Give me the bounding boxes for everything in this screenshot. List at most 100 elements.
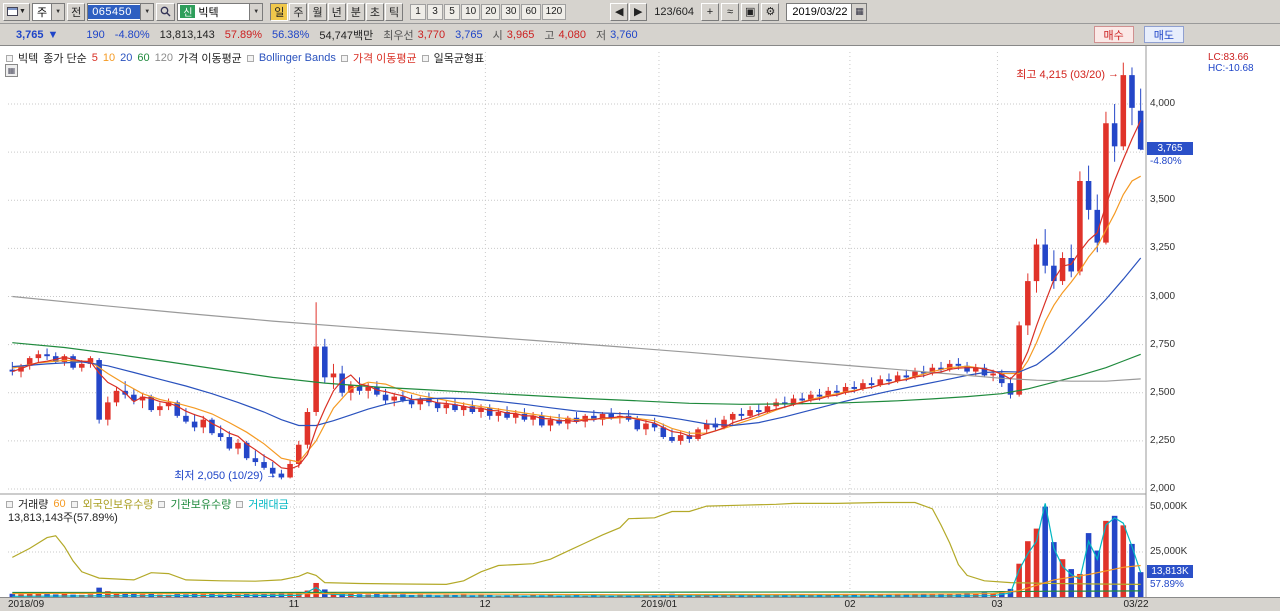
change-percent: -4.80%: [114, 28, 150, 41]
annotation-low-text: 최저 2,050 (10/29): [174, 470, 263, 482]
x-axis-label: 03/22: [1123, 599, 1149, 610]
x-axis-label: 02: [844, 599, 856, 610]
legend-institution: 기관보유수량: [170, 499, 232, 511]
high-change-label: HC:-10.68: [1208, 63, 1254, 74]
interval-button-group: 1 3 5 10 20 30 60 120: [410, 3, 567, 20]
price-info-bar: 3,765 ▼ 190 -4.80% 13,813,143 57.89% 56.…: [0, 24, 1280, 46]
save-button[interactable]: ▣: [741, 2, 760, 21]
market-badge: 신: [180, 5, 196, 19]
price-legend: 빅텍 종가 단순 5 10 20 60 120 가격 이동평균 Bollinge…: [6, 50, 485, 66]
x-axis-label: 03: [991, 599, 1003, 610]
period-button-tick[interactable]: 틱: [384, 2, 404, 21]
main-toolbar: ▼ 주 ▼ 전 065450 ▼ 신 빅텍 ▼ 일주월년분초틱 1 3 5 10 20 3…: [0, 0, 1280, 24]
settings-button[interactable]: ⚙: [761, 2, 780, 21]
period-button-month[interactable]: 월: [308, 2, 327, 21]
period-button-day[interactable]: 일: [270, 2, 289, 21]
legend-swatch-icon: [158, 500, 166, 508]
period-button-year[interactable]: 년: [327, 2, 346, 21]
period-button-week[interactable]: 주: [289, 2, 308, 21]
period-button-second[interactable]: 초: [365, 2, 384, 21]
best-quote-label: 최우선: [383, 29, 414, 42]
period-button-minute[interactable]: 분: [346, 2, 365, 21]
chart-tools-icon[interactable]: ▦: [5, 64, 18, 77]
page-nav-group: ◀ ▶: [610, 2, 648, 21]
current-price-badge: 3,765: [1147, 142, 1193, 155]
x-axis-label: 2019/01: [640, 599, 678, 610]
best-ask: 3,770: [417, 28, 446, 41]
zoom-tool-button[interactable]: ≈: [721, 2, 740, 21]
open-label: 시: [492, 29, 503, 42]
legend-swatch-icon: [236, 500, 244, 508]
legend-swatch-icon: [340, 54, 348, 62]
date-value: 2019/03/22: [792, 5, 848, 18]
chevron-down-icon[interactable]: ▼: [51, 3, 65, 20]
float-percent: 56.38%: [272, 28, 310, 41]
turnover-percent: 57.89%: [224, 28, 263, 41]
annotation-high: 최고 4,215 (03/20) →: [1016, 66, 1119, 82]
period-combo-value: 주: [36, 6, 48, 19]
stock-code-combo[interactable]: 065450 ▼: [87, 2, 155, 21]
interval-button-3[interactable]: 3: [427, 3, 444, 20]
legend-swatch-icon: [6, 500, 13, 508]
low-change-label: LC:83.66: [1208, 52, 1249, 63]
legend-ma-prefix: 종가 단순: [43, 53, 87, 65]
legend-ichimoku: 일목균형표: [433, 53, 485, 65]
legend-price-ma: 가격 이동평균: [352, 53, 417, 65]
sell-button[interactable]: 매도: [1143, 26, 1184, 43]
prev-page-button[interactable]: ◀: [610, 2, 629, 21]
current-volume-badge: 13,813K: [1147, 565, 1193, 578]
legend-ma-suffix: 가격 이동평균: [178, 53, 242, 65]
interval-button-1[interactable]: 1: [410, 3, 427, 20]
period-type-combo[interactable]: 주 ▼: [31, 2, 66, 21]
stock-search-button[interactable]: [156, 2, 176, 21]
low-price: 3,760: [610, 28, 638, 41]
interval-button-10[interactable]: 10: [461, 3, 481, 20]
legend-swatch-icon: [421, 54, 429, 62]
x-axis-strip: 2018/09 11 12 2019/01 02 03 03/22: [0, 597, 1280, 611]
legend-bollinger: Bollinger Bands: [258, 52, 336, 64]
legend-ma5: 5: [91, 52, 98, 64]
full-period-button[interactable]: 전: [67, 2, 86, 21]
calendar-icon[interactable]: ▦: [851, 3, 867, 20]
buy-button[interactable]: 매수: [1093, 26, 1134, 43]
stock-code-input[interactable]: 065450: [88, 4, 141, 19]
period-button-group: 일주월년분초틱: [270, 2, 404, 21]
chart-area[interactable]: 빅텍 종가 단순 5 10 20 60 120 가격 이동평균 Bollinge…: [0, 46, 1280, 611]
best-bid: 3,765: [455, 28, 483, 41]
volume-summary: 13,813,143주(57.89%): [8, 509, 118, 525]
chevron-down-icon[interactable]: ▼: [249, 3, 263, 20]
chevron-down-icon[interactable]: ▼: [140, 3, 154, 20]
search-icon: [160, 6, 171, 17]
interval-button-120[interactable]: 120: [541, 3, 567, 20]
legend-ma20: 20: [120, 52, 133, 64]
high-label: 고: [544, 29, 555, 42]
interval-button-30[interactable]: 30: [501, 3, 521, 20]
crosshair-tool-button[interactable]: +: [701, 2, 720, 21]
stock-name: 빅텍: [198, 6, 219, 19]
interval-button-5[interactable]: 5: [444, 3, 461, 20]
x-axis-label: 11: [288, 599, 300, 610]
chart-menu-button[interactable]: ▼: [3, 2, 30, 21]
legend-value: 거래대금: [248, 499, 289, 511]
date-picker[interactable]: 2019/03/22 ▦: [786, 2, 868, 21]
legend-ma10: 10: [102, 52, 116, 64]
interval-button-20[interactable]: 20: [481, 3, 501, 20]
volume-value: 13,813,143: [159, 28, 215, 41]
chart-plot[interactable]: [0, 46, 1280, 611]
annotation-high-text: 최고 4,215 (03/20): [1016, 69, 1105, 81]
next-page-button[interactable]: ▶: [629, 2, 648, 21]
change-arrow-icon: ▼: [47, 28, 59, 41]
legend-stock-name: 빅텍: [18, 53, 39, 65]
x-axis-label: 2018/09: [8, 599, 45, 610]
open-price: 3,965: [506, 28, 535, 41]
stock-chart-window: ▼ 주 ▼ 전 065450 ▼ 신 빅텍 ▼ 일주월년분초틱 1 3 5 10 20 3…: [0, 0, 1280, 611]
legend-swatch-icon: [246, 54, 254, 62]
stock-name-combo[interactable]: 신 빅텍 ▼: [177, 2, 264, 21]
interval-button-60[interactable]: 60: [521, 3, 541, 20]
legend-swatch-icon: [70, 500, 78, 508]
current-price: 3,765: [16, 28, 44, 41]
amount-value: 54,747백만: [319, 29, 374, 42]
chevron-down-icon: ▼: [19, 8, 26, 15]
legend-ma60: 60: [137, 52, 150, 64]
legend-ma120: 120: [154, 52, 174, 64]
